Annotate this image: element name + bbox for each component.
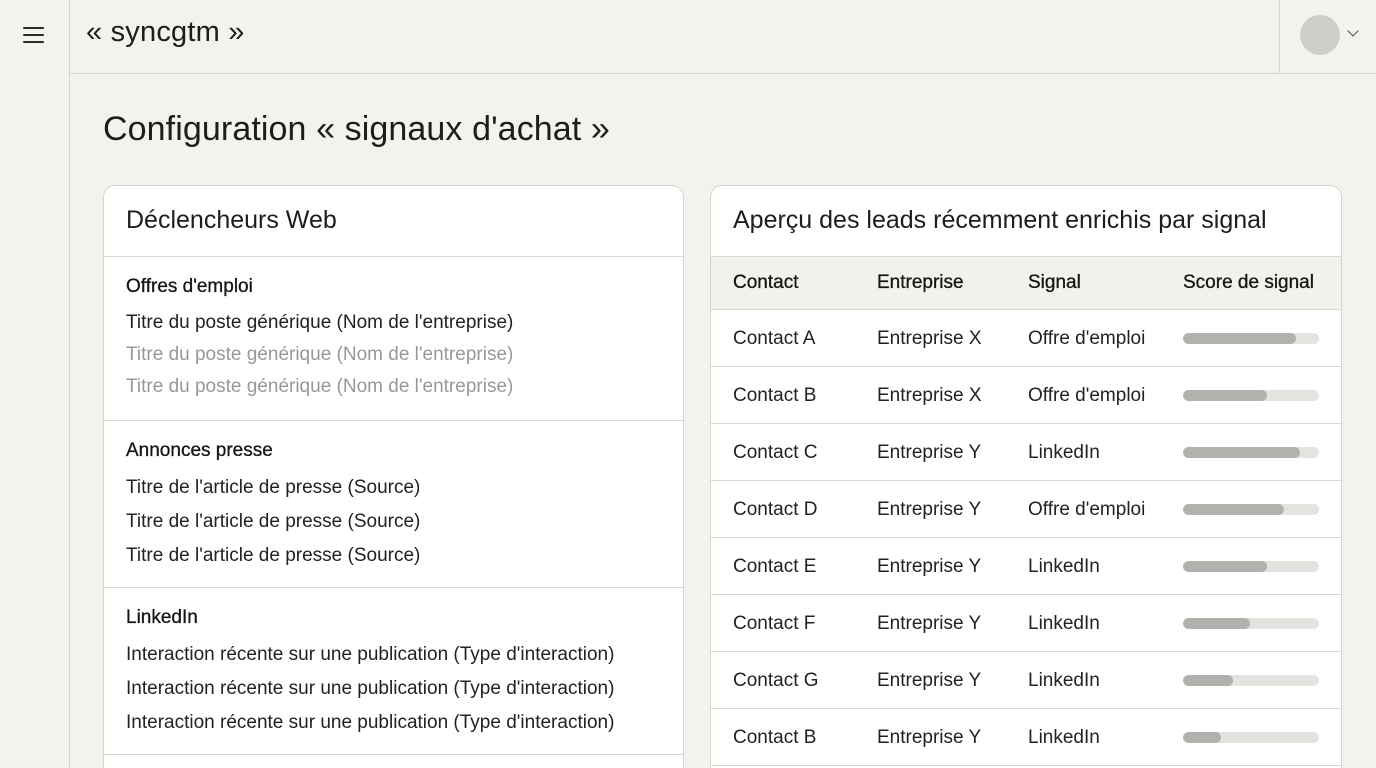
signal-score-bar: [1183, 447, 1319, 458]
signal-score-fill: [1183, 732, 1222, 743]
contact-cell: Contact C: [733, 442, 818, 463]
trigger-item[interactable]: Titre du poste générique (Nom de l'entre…: [126, 371, 661, 403]
table-row[interactable]: Contact B Entreprise Y LinkedIn: [711, 709, 1341, 766]
column-header-company[interactable]: Entreprise: [877, 272, 964, 294]
signal-score-bar: [1183, 732, 1319, 743]
company-cell: Entreprise Y: [877, 442, 982, 463]
company-cell: Entreprise Y: [877, 556, 982, 577]
table-row[interactable]: Contact G Entreprise Y LinkedIn: [711, 652, 1341, 709]
signal-score-fill: [1183, 447, 1300, 458]
contact-cell: Contact B: [733, 727, 817, 748]
web-triggers-title: Déclencheurs Web: [104, 186, 683, 257]
chevron-down-icon[interactable]: [1347, 25, 1359, 37]
signal-cell: Offre d'emploi: [1028, 385, 1146, 406]
signal-cell: Offre d'emploi: [1028, 499, 1146, 520]
table-row[interactable]: Contact D Entreprise Y Offre d'emploi: [711, 481, 1341, 538]
contact-cell: Contact B: [733, 385, 817, 406]
table-row[interactable]: Contact F Entreprise Y LinkedIn: [711, 595, 1341, 652]
company-cell: Entreprise X: [877, 385, 982, 406]
signal-cell: LinkedIn: [1028, 613, 1100, 634]
leads-preview-title: Aperçu des leads récemment enrichis par …: [711, 186, 1341, 257]
trigger-item[interactable]: Interaction récente sur une publication …: [126, 672, 661, 706]
column-header-contact[interactable]: Contact: [733, 272, 799, 294]
trigger-item[interactable]: Titre du poste générique (Nom de l'entre…: [126, 307, 661, 339]
trigger-section-title: Offres d'emploi: [126, 276, 253, 297]
column-header-signal[interactable]: Signal: [1028, 272, 1081, 294]
signal-score-bar: [1183, 618, 1319, 629]
signal-score-bar: [1183, 390, 1319, 401]
trigger-section: Annonces presse Titre de l'article de pre…: [104, 421, 683, 588]
signal-cell: LinkedIn: [1028, 727, 1100, 748]
company-cell: Entreprise Y: [877, 670, 982, 691]
signal-cell: LinkedIn: [1028, 670, 1100, 691]
signal-score-fill: [1183, 333, 1296, 344]
web-triggers-card: Déclencheurs Web Offres d'emploi Titre du…: [103, 185, 684, 768]
company-cell: Entreprise X: [877, 328, 982, 349]
signal-score-fill: [1183, 675, 1234, 686]
trigger-item[interactable]: Interaction récente sur une publication …: [126, 706, 661, 740]
signal-score-bar: [1183, 561, 1319, 572]
contact-cell: Contact D: [733, 499, 818, 520]
leads-table-body: Contact A Entreprise X Offre d'emploi Conta…: [711, 310, 1341, 766]
contact-cell: Contact E: [733, 556, 817, 577]
contact-cell: Contact F: [733, 613, 816, 634]
top-bar: « syncgtm »: [70, 0, 1376, 74]
signal-cell: LinkedIn: [1028, 442, 1100, 463]
trigger-item[interactable]: Titre de l'article de presse (Source): [126, 505, 661, 539]
page-title: Configuration « signaux d'achat »: [103, 110, 610, 148]
trigger-item[interactable]: Titre de l'article de presse (Source): [126, 471, 661, 505]
column-header-score[interactable]: Score de signal: [1183, 272, 1314, 294]
table-row[interactable]: Contact B Entreprise X Offre d'emploi: [711, 367, 1341, 424]
table-row[interactable]: Contact C Entreprise Y LinkedIn: [711, 424, 1341, 481]
table-row[interactable]: Contact A Entreprise X Offre d'emploi: [711, 310, 1341, 367]
signal-score-fill: [1183, 504, 1284, 515]
company-cell: Entreprise Y: [877, 613, 982, 634]
trigger-section: Offres d'emploi Titre du poste générique …: [104, 257, 683, 421]
company-cell: Entreprise Y: [877, 727, 982, 748]
menu-line: [23, 27, 44, 29]
trigger-section-title: LinkedIn: [126, 607, 198, 628]
signal-score-bar: [1183, 675, 1319, 686]
table-row[interactable]: Contact E Entreprise Y LinkedIn: [711, 538, 1341, 595]
signal-cell: Offre d'emploi: [1028, 328, 1146, 349]
signal-score-fill: [1183, 390, 1268, 401]
leads-preview-card: Aperçu des leads récemment enrichis par …: [710, 185, 1342, 768]
trigger-item[interactable]: Titre de l'article de presse (Source): [126, 539, 661, 573]
left-rail: [0, 0, 70, 768]
account-menu[interactable]: [1279, 0, 1376, 73]
user-avatar[interactable]: [1300, 15, 1340, 55]
menu-line: [23, 41, 44, 43]
company-cell: Entreprise Y: [877, 499, 982, 520]
app-root: « syncgtm » Configuration « signaux d'ac…: [0, 0, 1376, 768]
trigger-section-title: Annonces presse: [126, 440, 273, 461]
signal-score-fill: [1183, 561, 1268, 572]
trigger-section: LinkedIn Interaction récente sur une publ…: [104, 588, 683, 755]
signal-score-bar: [1183, 504, 1319, 515]
menu-line: [23, 34, 44, 36]
signal-score-bar: [1183, 333, 1319, 344]
trigger-item[interactable]: Titre du poste générique (Nom de l'entre…: [126, 339, 661, 371]
contact-cell: Contact A: [733, 328, 816, 349]
trigger-sections: Offres d'emploi Titre du poste générique …: [104, 257, 683, 755]
signal-cell: LinkedIn: [1028, 556, 1100, 577]
leads-table-header: Contact Entreprise Signal Score de signa…: [711, 257, 1341, 310]
trigger-item[interactable]: Interaction récente sur une publication …: [126, 638, 661, 672]
contact-cell: Contact G: [733, 670, 819, 691]
signal-score-fill: [1183, 618, 1250, 629]
brand-logo[interactable]: « syncgtm »: [86, 16, 245, 49]
hamburger-menu-icon[interactable]: [21, 25, 47, 45]
